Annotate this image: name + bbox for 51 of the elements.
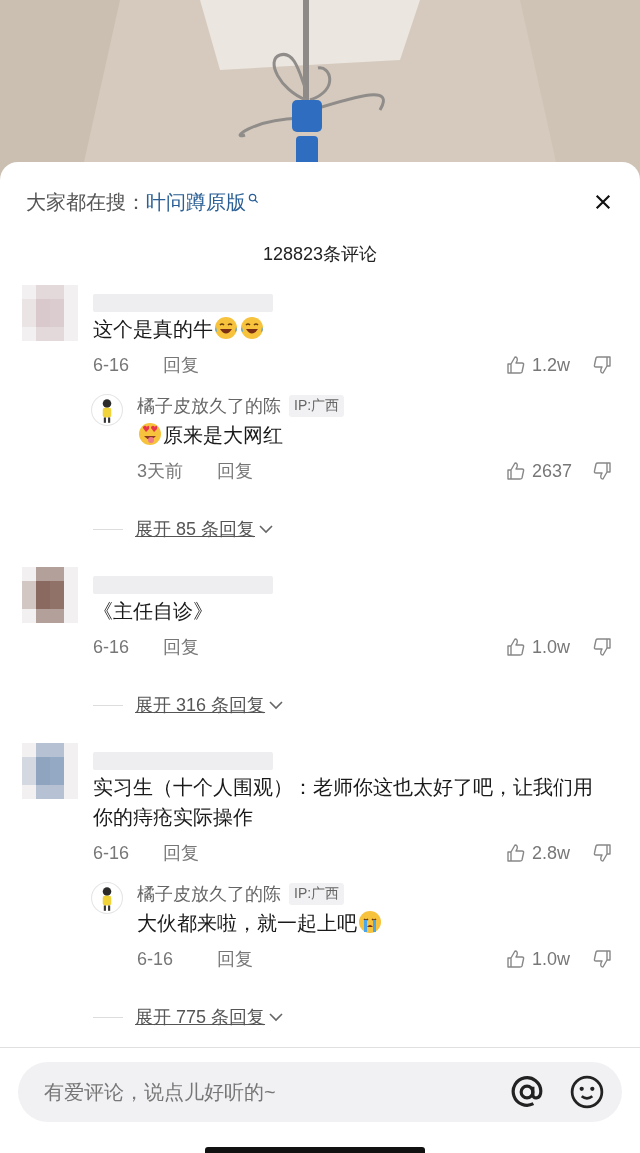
reply-link[interactable]: 回复: [217, 947, 253, 971]
comment-date: 6-16: [93, 842, 131, 864]
like-count: 1.0w: [532, 636, 572, 658]
chevron-down-icon[interactable]: [259, 524, 274, 534]
expand-replies-link[interactable]: 展开 85 条回复: [135, 517, 256, 541]
search-icon: [248, 192, 259, 204]
comment-field[interactable]: 有爱评论，说点儿好听的~: [18, 1062, 622, 1122]
comment-text: 这个是真的牛: [93, 314, 614, 344]
like-icon[interactable]: [506, 461, 526, 481]
at-icon[interactable]: [510, 1075, 544, 1109]
avatar: [91, 882, 123, 914]
dislike-icon[interactable]: [592, 461, 612, 481]
reply-text: 大伙都来啦，就一起上吧: [137, 908, 614, 938]
reply-link[interactable]: 回复: [163, 841, 199, 865]
reply-text: 原来是大网红: [137, 420, 614, 450]
reply-link[interactable]: 回复: [163, 353, 199, 377]
dislike-icon[interactable]: [592, 637, 612, 657]
close-icon[interactable]: [594, 193, 612, 211]
comment-count: 128823条评论: [261, 243, 379, 266]
like-count: 1.2w: [532, 354, 572, 376]
like-count: 2.8w: [532, 842, 572, 864]
dislike-icon[interactable]: [592, 355, 612, 375]
like-icon[interactable]: [506, 637, 526, 657]
reply-link[interactable]: 回复: [217, 459, 253, 483]
dislike-icon[interactable]: [592, 843, 612, 863]
emoji-icon[interactable]: [570, 1075, 604, 1109]
dislike-icon[interactable]: [592, 949, 612, 969]
comment-date: 3天前: [137, 460, 184, 483]
username[interactable]: 橘子皮放久了的陈: [137, 882, 281, 906]
comment-text: 实习生（十个人围观）：老师你这也太好了吧，让我们用你的痔疮实际操作: [93, 775, 594, 830]
like-count: 2637: [532, 460, 574, 482]
like-count: 1.0w: [532, 948, 572, 970]
like-icon[interactable]: [506, 355, 526, 375]
comment-input[interactable]: 有爱评论，说点儿好听的~: [42, 1079, 484, 1105]
reply-link[interactable]: 回复: [163, 635, 199, 659]
comment-date: 6-16: [93, 636, 131, 658]
chevron-down-icon[interactable]: [269, 1012, 284, 1022]
ip-location-tag: IP:广西: [289, 395, 345, 417]
ip-location-tag: IP:广西: [289, 883, 345, 905]
chevron-down-icon[interactable]: [269, 700, 284, 710]
trending-search-link[interactable]: 叶问蹲原版: [146, 188, 246, 216]
like-icon[interactable]: [506, 843, 526, 863]
expand-replies-link[interactable]: 展开 316 条回复: [135, 693, 266, 717]
trending-label: 大家都在搜：: [26, 189, 146, 215]
username[interactable]: 橘子皮放久了的陈: [137, 394, 281, 418]
comment-date: 6-16: [93, 354, 131, 376]
avatar: [91, 394, 123, 426]
comment-date: 6-16: [137, 948, 175, 970]
like-icon[interactable]: [506, 949, 526, 969]
comment-text: 《主任自诊》: [93, 599, 214, 624]
expand-replies-link[interactable]: 展开 775 条回复: [135, 1005, 266, 1029]
